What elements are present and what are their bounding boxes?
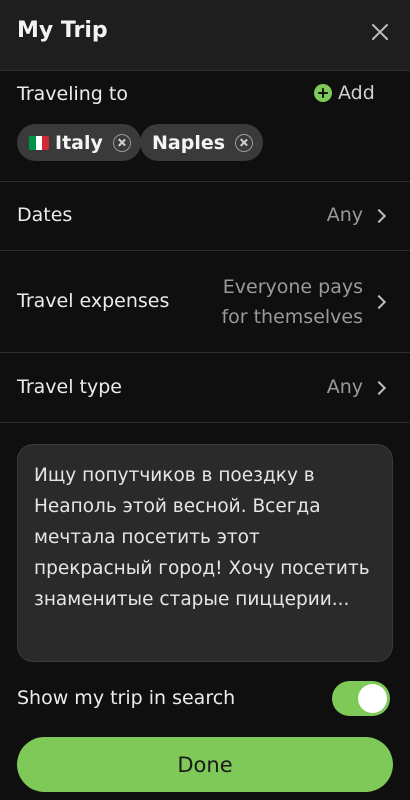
travel-expenses-value: Everyone pays for themselves [221, 272, 363, 332]
chip-label: Italy [55, 131, 103, 154]
traveling-to-label: Traveling to [17, 83, 128, 105]
italy-flag-icon [29, 135, 49, 150]
divider [0, 422, 410, 423]
header: My Trip [0, 0, 410, 71]
chevron-right-icon [371, 380, 387, 396]
travel-type-row[interactable]: Travel type Any [0, 353, 410, 422]
chevron-right-icon [371, 208, 387, 224]
travel-expenses-value-line1: Everyone pays [222, 276, 363, 298]
dates-row[interactable]: Dates Any [0, 182, 410, 250]
dates-label: Dates [17, 204, 73, 226]
done-button-label: Done [177, 752, 233, 777]
chip-label: Naples [152, 131, 226, 154]
travel-expenses-row[interactable]: Travel expenses Everyone pays for themse… [0, 251, 410, 352]
travel-expenses-label: Travel expenses [17, 290, 170, 312]
add-label: Add [338, 82, 375, 104]
toggle-knob [358, 684, 387, 713]
remove-chip-icon[interactable] [235, 133, 254, 152]
show-in-search-toggle[interactable] [332, 681, 390, 716]
destination-chip-naples[interactable]: Naples [140, 124, 264, 161]
done-button[interactable]: Done [17, 737, 393, 792]
page-title: My Trip [17, 18, 108, 43]
destination-chip-italy[interactable]: Italy [17, 124, 141, 161]
show-in-search-label: Show my trip in search [17, 687, 236, 709]
add-destination-button[interactable]: Add [314, 82, 375, 104]
plus-circle-icon [314, 84, 332, 102]
dates-value: Any [326, 204, 363, 226]
remove-chip-icon[interactable] [112, 133, 131, 152]
trip-description-field[interactable]: Ищу попутчиков в поездку в Неаполь этой … [17, 444, 393, 662]
travel-type-value: Any [326, 376, 363, 398]
close-icon[interactable] [368, 20, 392, 44]
travel-expenses-value-line2: for themselves [221, 306, 363, 328]
chevron-right-icon [371, 294, 387, 310]
travel-type-label: Travel type [17, 376, 122, 398]
